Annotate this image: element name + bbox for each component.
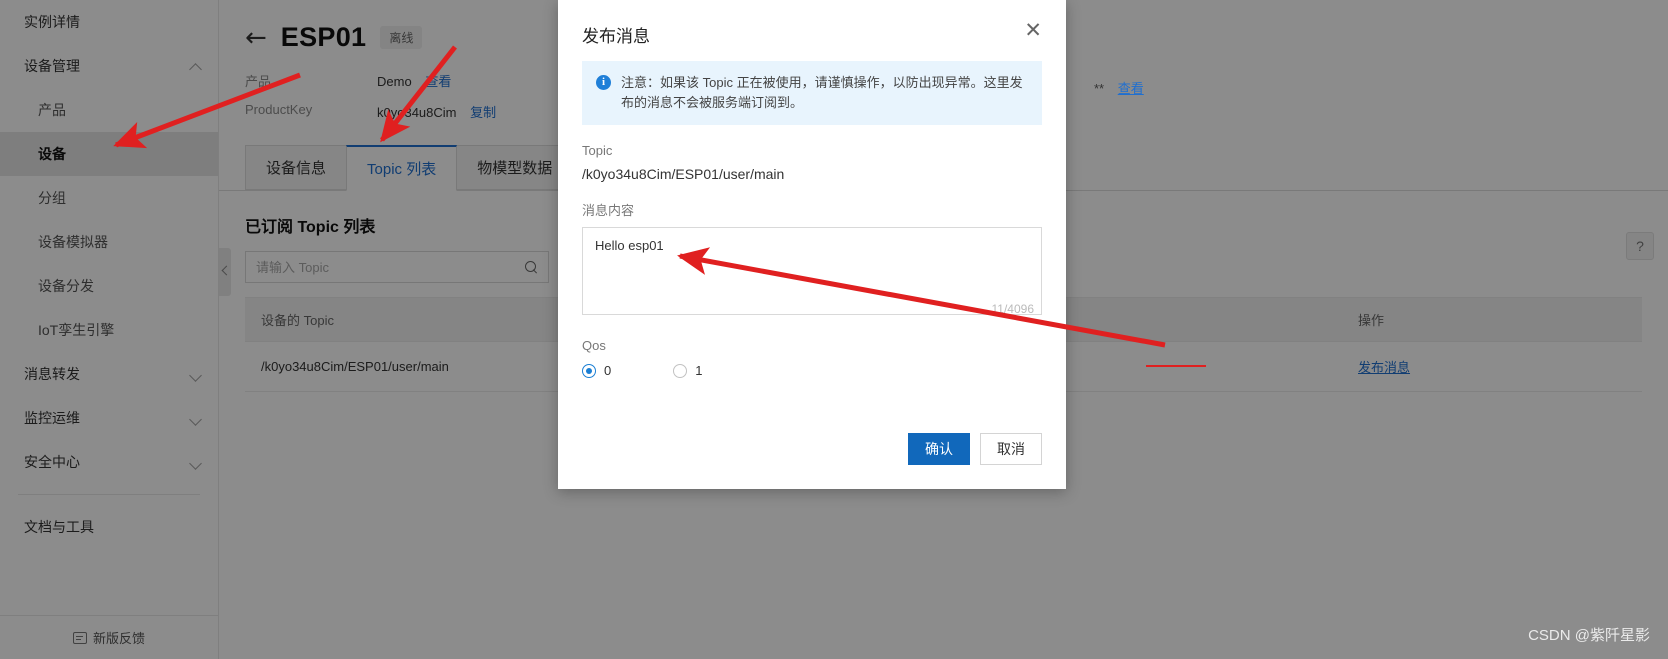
screen-root: 实例详情 设备管理 产品 设备 分组 设备模拟器 设备分发 IoT孪生引擎 消息…	[0, 0, 1668, 659]
radio-selected-icon	[582, 363, 596, 378]
warning-alert: i 注意：如果该 Topic 正在被使用，请谨慎操作，以防出现异常。这里发布的消…	[582, 61, 1042, 126]
dialog-header: 发布消息 ✕	[558, 0, 1066, 53]
info-icon: i	[596, 75, 611, 90]
message-field-label: 消息内容	[582, 203, 635, 219]
topic-field-value: /k0yo34u8Cim/ESP01/user/main	[582, 166, 785, 183]
close-icon[interactable]: ✕	[1024, 20, 1042, 41]
qos-radio-label: 0	[604, 363, 612, 379]
qos-radio-label: 1	[695, 363, 703, 379]
qos-radio-1[interactable]: 1	[673, 363, 702, 378]
radio-unselected-icon	[673, 363, 688, 378]
alert-text: 注意：如果该 Topic 正在被使用，请谨慎操作，以防出现异常。这里发布的消息不…	[621, 75, 1023, 111]
dialog-footer: 确认 取消	[558, 433, 1066, 489]
dialog-body: i 注意：如果该 Topic 正在被使用，请谨慎操作，以防出现异常。这里发布的消…	[558, 53, 1066, 433]
message-textarea-wrap: 11/4096	[582, 227, 1042, 320]
watermark: CSDN @紫阡星影	[1528, 627, 1650, 644]
cancel-button[interactable]: 取消	[980, 433, 1042, 465]
masked-secret-value: **	[1094, 81, 1105, 96]
qos-label: Qos	[582, 338, 606, 354]
qos-radio-0[interactable]: 0	[582, 363, 611, 378]
masked-secret-row: ** 查看	[1094, 78, 1144, 97]
annotation-underline-publish-link	[1146, 365, 1206, 367]
message-textarea[interactable]	[582, 227, 1042, 316]
dialog-title: 发布消息	[582, 27, 650, 46]
topic-field-label: Topic	[582, 143, 613, 159]
confirm-button[interactable]: 确认	[908, 433, 970, 465]
qos-radio-group: 0 1	[582, 363, 1042, 378]
publish-message-dialog: 发布消息 ✕ i 注意：如果该 Topic 正在被使用，请谨慎操作，以防出现异常…	[558, 0, 1066, 489]
secret-view-link[interactable]: 查看	[1118, 81, 1144, 96]
character-counter: 11/4096	[991, 302, 1035, 317]
